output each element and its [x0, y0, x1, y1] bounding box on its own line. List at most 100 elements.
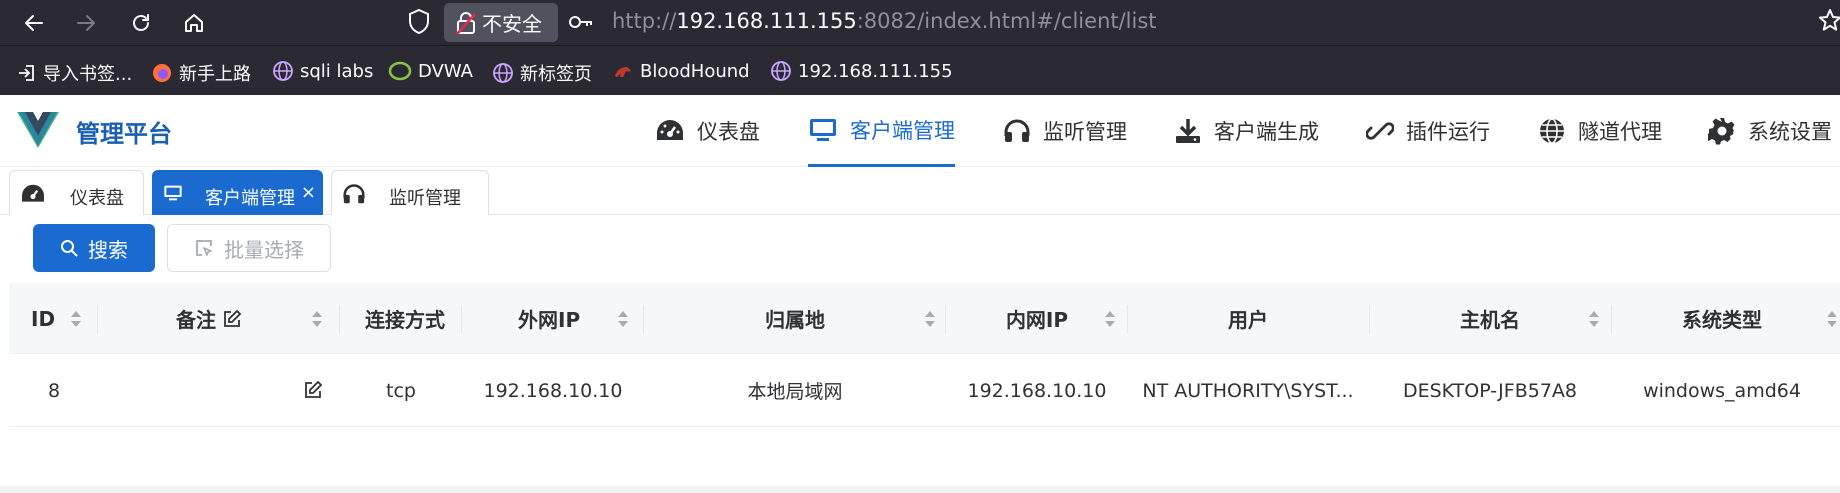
- url-host: 192.168.111.155: [676, 9, 857, 33]
- sort-icon[interactable]: [617, 309, 629, 329]
- column-header-hostname[interactable]: 主机名: [1370, 283, 1610, 354]
- globe-icon: [771, 61, 791, 81]
- monitor-icon: [164, 185, 182, 201]
- vue-logo-icon: [17, 112, 59, 148]
- menu-item-tunnel-proxy[interactable]: 隧道代理: [1538, 95, 1662, 167]
- sort-icon[interactable]: [1826, 309, 1838, 329]
- dashboard-icon: [657, 120, 683, 140]
- bookmark-getting-started[interactable]: 新手上路: [151, 60, 251, 86]
- menu-item-dashboard[interactable]: 仪表盘: [655, 95, 760, 167]
- bookmark-sqli-labs[interactable]: sqli labs: [272, 60, 373, 82]
- edit-icon: [224, 309, 242, 327]
- gear-icon: [1708, 118, 1735, 145]
- dashboard-icon: [22, 184, 44, 202]
- sort-icon[interactable]: [924, 309, 936, 329]
- security-label: 不安全: [482, 12, 542, 36]
- menu-item-system-settings[interactable]: 系统设置: [1708, 95, 1832, 167]
- tab-dashboard[interactable]: 仪表盘: [9, 170, 144, 215]
- headphones-icon: [343, 184, 365, 204]
- reload-icon: [133, 14, 149, 31]
- menu-label: 客户端生成: [1214, 120, 1319, 144]
- column-header-os[interactable]: 系统类型: [1612, 283, 1832, 354]
- firefox-icon: [153, 64, 171, 82]
- url-field[interactable]: http://192.168.111.155:8082/index.html#/…: [612, 9, 1157, 33]
- client-table: ID 备注 连接方式 外网IP 归属地 内网IP 用户 主机名 系统类型 8 t…: [9, 283, 1840, 428]
- menu-item-client-generation[interactable]: 客户端生成: [1174, 95, 1319, 167]
- column-divider: [97, 305, 98, 333]
- menu-item-plugin-run[interactable]: 插件运行: [1366, 95, 1490, 167]
- star-icon: [1819, 9, 1840, 31]
- monitor-icon: [810, 118, 836, 141]
- table-row[interactable]: 8 tcp 192.168.10.10 本地局域网 192.168.10.10 …: [9, 354, 1840, 427]
- search-button[interactable]: 搜索: [33, 224, 155, 272]
- batch-select-button[interactable]: 批量选择: [167, 224, 331, 272]
- browser-toolbar: 不安全 http://192.168.111.155:8082/index.ht…: [0, 0, 1840, 45]
- bookmark-label: 新手上路: [179, 64, 251, 85]
- bookmark-dvwa[interactable]: DVWA: [388, 60, 473, 82]
- globe-icon: [273, 61, 293, 81]
- bookmark-import[interactable]: 导入书签...: [17, 60, 132, 86]
- column-header-public-ip[interactable]: 外网IP: [462, 283, 638, 354]
- horizontal-scrollbar[interactable]: [0, 486, 1840, 493]
- sort-icon[interactable]: [1104, 309, 1116, 329]
- column-header-location[interactable]: 归属地: [644, 283, 946, 354]
- url-prefix: http://: [612, 9, 677, 33]
- tab-listener-management[interactable]: 监听管理: [331, 170, 489, 215]
- menu-label: 仪表盘: [697, 120, 760, 144]
- globe-icon: [493, 63, 513, 83]
- globe-icon: [1540, 118, 1564, 144]
- menu-label: 系统设置: [1748, 120, 1832, 144]
- brand-title: 管理平台: [76, 120, 172, 148]
- sort-icon[interactable]: [1588, 309, 1600, 329]
- sort-icon[interactable]: [311, 309, 323, 329]
- edit-note-icon[interactable]: [303, 380, 323, 400]
- home-button[interactable]: [177, 6, 211, 40]
- cell-private-ip: 192.168.10.10: [967, 379, 1107, 402]
- tracking-protection-button[interactable]: [407, 8, 431, 40]
- menu-item-client-management[interactable]: 客户端管理: [808, 95, 955, 167]
- bookmark-bloodhound[interactable]: BloodHound: [612, 60, 750, 82]
- bookmark-host[interactable]: 192.168.111.155: [770, 60, 953, 82]
- key-icon: [569, 16, 592, 28]
- column-header-id[interactable]: ID: [9, 283, 69, 354]
- site-security-button[interactable]: 不安全: [444, 3, 558, 42]
- bookmark-star-button[interactable]: [1818, 8, 1840, 38]
- bookmark-label: BloodHound: [640, 60, 750, 82]
- search-icon: [61, 240, 78, 257]
- menu-label: 隧道代理: [1578, 120, 1662, 144]
- tab-close-button[interactable]: ×: [301, 182, 316, 203]
- forward-button[interactable]: [69, 6, 103, 40]
- table-header: ID 备注 连接方式 外网IP 归属地 内网IP 用户 主机名 系统类型: [9, 283, 1840, 354]
- arrow-right-icon: [77, 15, 95, 31]
- cell-public-ip: 192.168.10.10: [483, 379, 623, 402]
- bookmark-label: 192.168.111.155: [798, 60, 953, 82]
- tab-label: 客户端管理: [205, 188, 295, 209]
- tab-label: 监听管理: [389, 188, 461, 209]
- bookmark-label: sqli labs: [300, 60, 374, 82]
- menu-item-listener-management[interactable]: 监听管理: [1003, 95, 1127, 167]
- back-button[interactable]: [17, 6, 51, 40]
- select-cursor-icon: [196, 240, 212, 256]
- tab-label: 仪表盘: [70, 188, 124, 209]
- bookmark-new-tab[interactable]: 新标签页: [492, 60, 592, 86]
- column-header-user: 用户: [1228, 308, 1268, 332]
- cell-connection: tcp: [386, 379, 416, 402]
- column-header-connection: 连接方式: [365, 308, 445, 332]
- permissions-button[interactable]: [568, 10, 594, 38]
- column-header-private-ip[interactable]: 内网IP: [946, 283, 1128, 354]
- app-logo[interactable]: [17, 112, 59, 152]
- column-header-note[interactable]: 备注: [99, 283, 319, 354]
- menu-label: 监听管理: [1043, 120, 1127, 144]
- search-button-label: 搜索: [88, 237, 128, 262]
- bookmark-label: 导入书签...: [43, 64, 133, 85]
- cell-user: NT AUTHORITY\SYST...: [1142, 379, 1354, 402]
- bloodhound-icon: [615, 67, 631, 77]
- tabs-bar: 仪表盘 客户端管理 × 监听管理: [0, 167, 1840, 215]
- reload-button[interactable]: [124, 6, 158, 40]
- url-rest: :8082/index.html#/client/list: [856, 9, 1157, 33]
- download-icon: [1176, 119, 1200, 143]
- sort-icon[interactable]: [70, 309, 82, 329]
- tab-client-management[interactable]: 客户端管理 ×: [152, 170, 323, 215]
- cell-location: 本地局域网: [747, 381, 843, 403]
- import-icon: [19, 65, 34, 81]
